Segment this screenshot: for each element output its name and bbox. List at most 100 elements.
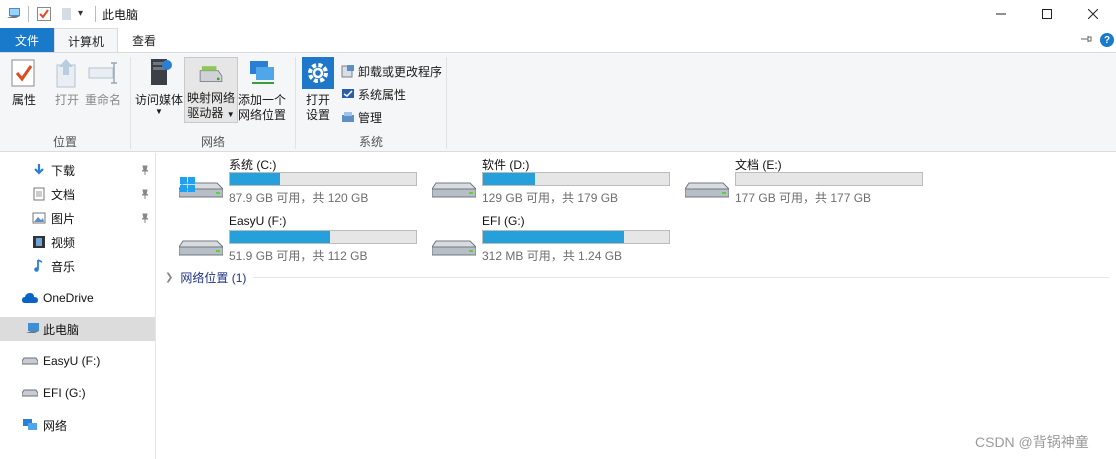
tab-view[interactable]: 查看 bbox=[118, 28, 170, 52]
pin-icon[interactable] bbox=[140, 165, 150, 175]
onedrive-cloud-icon bbox=[22, 290, 38, 306]
quick-access-dropdown[interactable]: ▾ bbox=[78, 8, 94, 24]
minimize-button[interactable] bbox=[978, 0, 1024, 28]
usb-drive-icon bbox=[22, 385, 38, 401]
rename-icon bbox=[88, 62, 117, 84]
drive-usage-fill bbox=[230, 231, 331, 243]
nav-item-this-pc[interactable]: 此电脑 bbox=[0, 317, 155, 341]
drive-name: EasyU (F:) bbox=[229, 214, 287, 228]
drive-space-text: 312 MB 可用，共 1.24 GB bbox=[482, 249, 623, 263]
open-settings-button[interactable]: 打开 设置 bbox=[302, 57, 334, 123]
close-button[interactable] bbox=[1070, 0, 1116, 28]
rename-button[interactable]: 重命名 bbox=[85, 57, 121, 108]
drives-content-pane: 系统 (C:) 87.9 GB 可用，共 120 GB 软件 (D:) 129 … bbox=[157, 153, 1116, 459]
system-properties-icon bbox=[342, 89, 354, 98]
nav-item-videos[interactable]: 视频 bbox=[0, 230, 155, 254]
drive-space-text: 177 GB 可用，共 177 GB bbox=[735, 191, 872, 205]
drive-usage-bar bbox=[229, 172, 417, 186]
computer-management-icon bbox=[342, 112, 354, 122]
maximize-button[interactable] bbox=[1024, 0, 1070, 28]
this-pc-icon[interactable] bbox=[6, 6, 22, 22]
uninstall-program-button[interactable]: 卸载或更改程序 bbox=[341, 62, 442, 80]
drive-space-text: 129 GB 可用，共 179 GB bbox=[482, 191, 619, 205]
group-label-system: 系统 bbox=[358, 135, 383, 149]
drive-tile-e[interactable]: 文档 (E:) 177 GB 可用，共 177 GB bbox=[663, 155, 923, 205]
system-properties-button[interactable]: 系统属性 bbox=[341, 85, 406, 103]
network-drive-icon bbox=[199, 66, 223, 83]
pin-icon[interactable] bbox=[140, 189, 150, 199]
usb-drive-icon bbox=[179, 240, 223, 256]
divider bbox=[28, 6, 29, 22]
drive-usage-bar bbox=[482, 172, 670, 186]
network-locations-group-header[interactable]: ❯ 网络位置 (1) bbox=[165, 269, 246, 286]
minimize-icon bbox=[996, 13, 1006, 15]
network-location-icon bbox=[250, 61, 274, 84]
nav-item-drive-f[interactable]: EasyU (F:) bbox=[0, 349, 155, 373]
drive-tile-c[interactable]: 系统 (C:) 87.9 GB 可用，共 120 GB bbox=[157, 155, 417, 205]
tab-file[interactable]: 文件 bbox=[0, 28, 54, 52]
group-divider bbox=[446, 57, 447, 149]
network-locations-label: 网络位置 (1) bbox=[180, 271, 247, 285]
open-icon bbox=[56, 59, 76, 88]
drive-name: 系统 (C:) bbox=[229, 158, 277, 172]
chevron-down-icon: ▼ bbox=[155, 107, 163, 116]
chevron-down-icon: ▼ bbox=[226, 110, 235, 119]
navigation-pane: 下载 文档 图片 视频 音乐 OneDrive 此电脑 EasyU (F:) E… bbox=[0, 153, 156, 459]
map-network-drive-button[interactable]: 映射网络 驱动器 ▼ bbox=[184, 57, 239, 123]
drive-tile-d[interactable]: 软件 (D:) 129 GB 可用，共 179 GB bbox=[410, 155, 670, 205]
pin-icon[interactable] bbox=[140, 213, 150, 223]
watermark-text: CSDN @背锅神童 bbox=[975, 434, 1089, 450]
access-media-button[interactable]: 访问媒体 ▼ bbox=[135, 57, 183, 116]
nav-item-drive-g[interactable]: EFI (G:) bbox=[0, 381, 155, 405]
drive-usage-fill bbox=[230, 173, 281, 185]
properties-check-icon[interactable] bbox=[36, 6, 52, 22]
manage-button[interactable]: 管理 bbox=[341, 108, 382, 126]
drive-space-text: 87.9 GB 可用，共 120 GB bbox=[229, 191, 369, 205]
network-icon bbox=[22, 417, 38, 433]
add-network-location-button[interactable]: 添加一个 网络位置 bbox=[238, 57, 286, 123]
hard-drive-icon bbox=[685, 182, 729, 198]
this-pc-icon bbox=[25, 321, 41, 337]
music-icon bbox=[31, 258, 47, 274]
download-icon bbox=[31, 162, 47, 178]
help-icon[interactable]: ? bbox=[1100, 33, 1114, 47]
video-icon bbox=[31, 234, 47, 250]
drive-space-text: 51.9 GB 可用，共 112 GB bbox=[229, 249, 368, 263]
group-label-location: 位置 bbox=[52, 135, 77, 149]
maximize-icon bbox=[1042, 9, 1052, 19]
pin-ribbon-icon[interactable] bbox=[1079, 32, 1093, 46]
drive-usage-fill bbox=[483, 173, 536, 185]
drive-usage-bar bbox=[735, 172, 923, 186]
media-server-icon bbox=[151, 59, 172, 85]
new-folder-icon[interactable] bbox=[59, 6, 75, 22]
drive-name: 文档 (E:) bbox=[735, 158, 782, 172]
nav-item-pictures[interactable]: 图片 bbox=[0, 206, 155, 230]
hard-drive-icon bbox=[432, 182, 476, 198]
properties-button[interactable]: 属性 bbox=[8, 57, 40, 108]
settings-gear-icon bbox=[302, 57, 334, 89]
usb-drive-icon bbox=[432, 240, 476, 256]
file-explorer-window: ▾ 此电脑 文件 计算机 查看 ? 属性 打开 重命名 位置 访问媒体 ▼ 映射… bbox=[0, 0, 1116, 459]
drive-usage-bar bbox=[229, 230, 417, 244]
ribbon-tabs: 文件 计算机 查看 ? bbox=[0, 28, 1116, 53]
nav-item-onedrive[interactable]: OneDrive bbox=[0, 286, 155, 310]
nav-item-documents[interactable]: 文档 bbox=[0, 182, 155, 206]
system-drive-icon bbox=[179, 177, 223, 198]
title-bar: ▾ 此电脑 bbox=[0, 0, 1116, 28]
nav-item-network[interactable]: 网络 bbox=[0, 413, 155, 437]
drive-name: EFI (G:) bbox=[482, 214, 525, 228]
usb-drive-icon bbox=[22, 353, 38, 369]
nav-item-downloads[interactable]: 下载 bbox=[0, 158, 155, 182]
drive-usage-bar bbox=[482, 230, 670, 244]
window-title: 此电脑 bbox=[102, 8, 139, 22]
nav-item-music[interactable]: 音乐 bbox=[0, 254, 155, 278]
open-button[interactable]: 打开 bbox=[51, 57, 83, 108]
uninstall-icon bbox=[341, 65, 354, 78]
document-icon bbox=[31, 186, 47, 202]
drive-tile-g[interactable]: EFI (G:) 312 MB 可用，共 1.24 GB bbox=[410, 213, 670, 263]
tab-computer[interactable]: 计算机 bbox=[54, 28, 118, 53]
ribbon-panel: 属性 打开 重命名 位置 访问媒体 ▼ 映射网络 驱动器 ▼ 添加一个 网络位置… bbox=[0, 52, 1116, 152]
group-header-divider bbox=[253, 277, 1109, 278]
drive-tile-f[interactable]: EasyU (F:) 51.9 GB 可用，共 112 GB bbox=[157, 213, 417, 263]
chevron-right-icon: ❯ bbox=[165, 272, 174, 283]
